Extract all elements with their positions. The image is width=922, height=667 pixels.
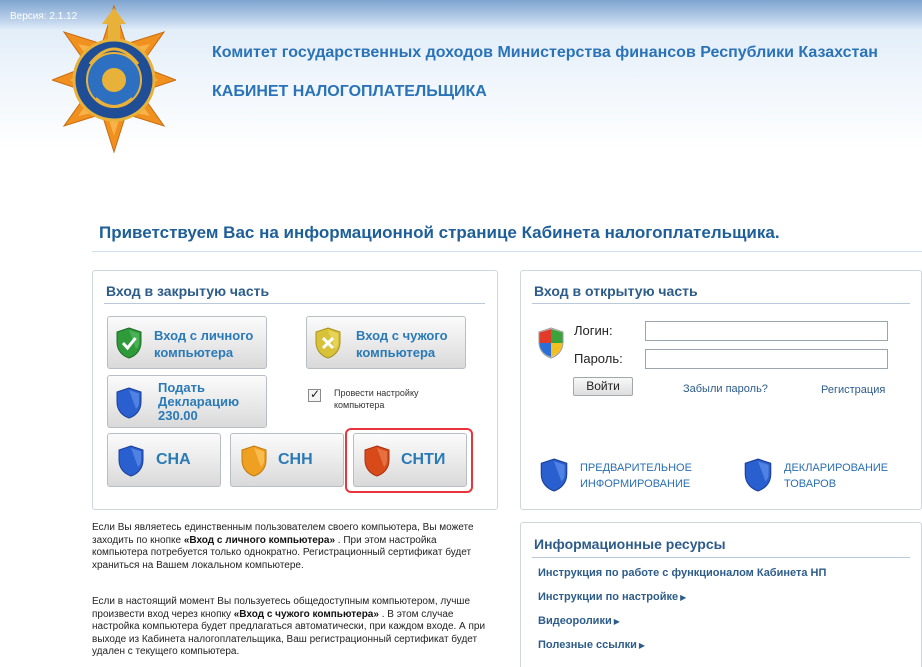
resources-title: Информационные ресурсы (534, 536, 726, 552)
foreign-computer-label-2: компьютера (356, 345, 436, 360)
cna-button[interactable]: СНА (107, 433, 221, 487)
chevron-right-icon: ▶ (680, 593, 687, 602)
resource-link-videos[interactable]: Видеоролики ▶ (538, 615, 620, 627)
info-paragraph-personal: Если Вы являетесь единственным пользоват… (92, 522, 487, 572)
configure-computer-label-2: компьютера (334, 400, 385, 410)
password-label: Пароль: (574, 351, 623, 366)
personal-computer-label-1: Вход с личного (154, 328, 254, 343)
resource-link-useful[interactable]: Полезные ссылки ▶ (538, 639, 645, 651)
shield-blue-icon (540, 458, 568, 492)
header: Версия: 2.1.12 Комитет государственных д… (0, 0, 922, 154)
configure-computer-checkbox[interactable] (308, 387, 321, 402)
info-p2-bold: «Вход с чужого компьютера» (233, 608, 379, 620)
resource-link-setup[interactable]: Инструкции по настройке ▶ (538, 591, 686, 603)
chevron-right-icon: ▶ (613, 617, 620, 626)
login-button[interactable]: Войти (573, 377, 633, 396)
configure-computer-label-1: Провести настройку (334, 388, 419, 398)
org-title: Комитет государственных доходов Министер… (212, 44, 878, 61)
personal-computer-label-2: компьютера (154, 345, 234, 360)
cnn-label: СНН (278, 451, 313, 468)
welcome-heading: Приветствуем Вас на информационной стран… (99, 223, 780, 242)
preliminary-info-line-1: ПРЕДВАРИТЕЛЬНОЕ (580, 462, 692, 474)
shield-blue-icon (744, 458, 772, 492)
preliminary-info-line-2: ИНФОРМИРОВАНИЕ (580, 478, 691, 490)
closed-part-title: Вход в закрытую часть (106, 283, 270, 299)
info-paragraph-public: Если в настоящий момент Вы пользуетесь о… (92, 596, 487, 659)
login-input[interactable] (645, 321, 888, 341)
goods-declaration-line-2: ТОВАРОВ (784, 478, 837, 490)
resources-rule (532, 557, 910, 558)
shield-orange-icon (241, 445, 267, 477)
shield-yellow-cross-icon (315, 327, 341, 359)
declaration-label-2: Декларацию (158, 394, 240, 409)
declaration-label-3: 230.00 (158, 408, 198, 423)
chevron-right-icon: ▶ (638, 641, 646, 650)
cnti-highlight-frame (345, 428, 473, 493)
personal-computer-button[interactable]: Вход с личного компьютера (107, 316, 267, 369)
submit-declaration-button[interactable]: Подать Декларацию 230.00 (107, 375, 267, 428)
open-part-rule (532, 303, 910, 304)
forgot-password-link[interactable]: Забыли пароль? (683, 383, 768, 395)
info-p1-bold: «Вход с личного компьютера» (183, 534, 336, 546)
logo-emblem-icon (52, 4, 176, 154)
cna-label: СНА (156, 451, 191, 468)
welcome-divider (92, 251, 922, 252)
configure-computer-label: Провести настройку компьютера (334, 387, 419, 411)
page-root: Версия: 2.1.12 Комитет государственных д… (0, 0, 922, 667)
goods-declaration-link[interactable]: ДЕКЛАРИРОВАНИЕ ТОВАРОВ (784, 460, 888, 492)
preliminary-info-link[interactable]: ПРЕДВАРИТЕЛЬНОЕ ИНФОРМИРОВАНИЕ (580, 460, 692, 492)
declaration-label-1: Подать (158, 380, 205, 395)
foreign-computer-label-1: Вход с чужого (356, 328, 448, 343)
open-part-title: Вход в открытую часть (534, 283, 698, 299)
resource-link-manual[interactable]: Инструкция по работе с функционалом Каби… (538, 567, 826, 579)
shield-blue-icon (116, 387, 142, 419)
register-link[interactable]: Регистрация (821, 384, 885, 396)
goods-declaration-line-1: ДЕКЛАРИРОВАНИЕ (784, 462, 889, 474)
resource-link-setup-label: Инструкции по настройке (538, 591, 679, 603)
closed-part-rule (104, 303, 485, 304)
foreign-computer-button[interactable]: Вход с чужого компьютера (306, 316, 466, 369)
shield-blue-icon (118, 445, 144, 477)
password-input[interactable] (645, 349, 888, 369)
cnn-button[interactable]: СНН (230, 433, 344, 487)
shield-green-check-icon (116, 327, 142, 359)
resource-link-useful-label: Полезные ссылки (538, 639, 637, 651)
resource-link-manual-label: Инструкция по работе с функционалом Каби… (538, 567, 827, 579)
windows-shield-icon (538, 327, 564, 359)
login-label: Логин: (574, 323, 613, 338)
resource-link-videos-label: Видеоролики (538, 615, 612, 627)
cabinet-title: КАБИНЕТ НАЛОГОПЛАТЕЛЬЩИКА (212, 83, 487, 100)
